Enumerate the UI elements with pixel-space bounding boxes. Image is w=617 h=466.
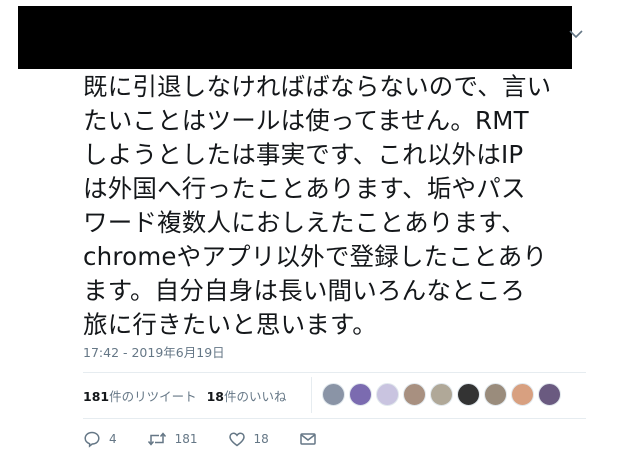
redacted-user-header: [18, 6, 572, 69]
divider: [83, 418, 586, 419]
liker-avatars: [322, 383, 561, 406]
retweet-button[interactable]: 181: [147, 430, 198, 448]
tweet-text-line: たいことはツールは使ってません。RMT: [83, 106, 529, 135]
tweet-actions: 4 181 18: [83, 430, 347, 448]
retweet-icon: [147, 430, 167, 448]
tweet-text-line: chromeやアプリ以外で登録したことあり: [83, 242, 548, 271]
avatar[interactable]: [457, 383, 480, 406]
retweet-stat[interactable]: 181件のリツイート: [83, 386, 197, 405]
tweet-stats: 181件のリツイート 18件のいいね: [83, 386, 287, 405]
tweet-text-line: は外国へ行ったことあります、垢やパス: [83, 174, 526, 203]
avatar[interactable]: [322, 383, 345, 406]
envelope-icon: [299, 431, 317, 447]
tweet-timestamp[interactable]: 17:42 - 2019年6月19日: [83, 342, 225, 361]
avatar[interactable]: [511, 383, 534, 406]
avatar[interactable]: [403, 383, 426, 406]
avatar[interactable]: [376, 383, 399, 406]
like-stat[interactable]: 18件のいいね: [207, 386, 287, 405]
tweet-text-line: 旅に行きたいと思います。: [83, 310, 377, 339]
avatar[interactable]: [349, 383, 372, 406]
reply-icon: [83, 430, 101, 448]
heart-icon: [228, 430, 246, 448]
retweet-count: 181: [174, 432, 198, 446]
tweet-text: 既に引退しなければばならないので、言い たいことはツールは使ってません。RMT …: [83, 70, 603, 342]
like-stat-count: 18: [206, 389, 225, 404]
retweet-stat-count: 181: [83, 389, 110, 404]
avatar[interactable]: [538, 383, 561, 406]
tweet-text-line: しようとしたは事実です、これ以外はIP: [83, 140, 524, 169]
like-count: 18: [253, 432, 269, 446]
avatar[interactable]: [430, 383, 453, 406]
reply-count: 4: [109, 432, 117, 446]
reply-button[interactable]: 4: [83, 430, 117, 448]
tweet-text-line: 既に引退しなければばならないので、言い: [83, 72, 552, 101]
divider: [83, 372, 586, 373]
chevron-down-icon[interactable]: [566, 24, 586, 44]
direct-message-button[interactable]: [299, 431, 317, 447]
stats-separator: [311, 377, 312, 413]
retweet-stat-label: 件のリツイート: [109, 389, 197, 404]
tweet-text-line: ワード複数人におしえたことあります、: [83, 208, 526, 237]
like-stat-label: 件のいいね: [224, 389, 287, 404]
like-button[interactable]: 18: [228, 430, 269, 448]
avatar[interactable]: [484, 383, 507, 406]
tweet-text-line: ます。自分自身は長い間いろんなところ: [83, 276, 526, 305]
